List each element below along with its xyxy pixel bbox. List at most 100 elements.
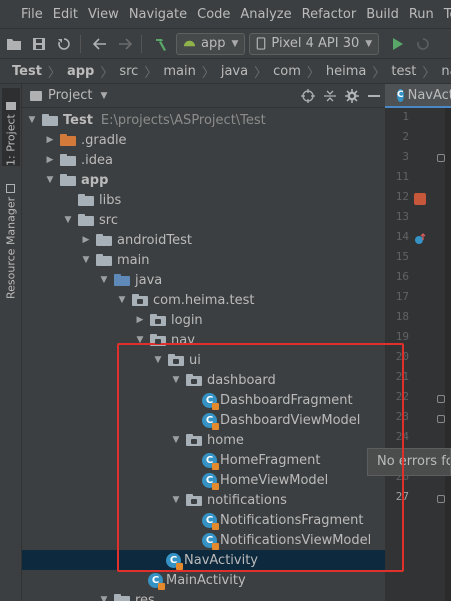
tree-row-homefragment[interactable]: C HomeFragment <box>22 450 385 470</box>
menu-item-run[interactable]: Run <box>404 7 439 22</box>
breadcrumb-item[interactable]: src <box>119 64 138 79</box>
open-folder-icon[interactable] <box>3 33 25 55</box>
override-gutter-icon[interactable] <box>414 233 426 245</box>
gear-icon[interactable] <box>341 89 363 103</box>
run-icon[interactable] <box>387 33 409 55</box>
project-tool-tab[interactable]: 1: Project <box>2 88 20 166</box>
tree-row-dashboard[interactable]: ▼ dashboard <box>22 370 385 390</box>
breadcrumb-item[interactable]: java <box>221 64 248 79</box>
tree-row-login[interactable]: ▶ login <box>22 310 385 330</box>
editor-tab-label: NavActivity <box>407 87 451 103</box>
folder-icon <box>78 194 94 206</box>
tree-row--idea[interactable]: ▶ .idea <box>22 150 385 170</box>
resource-tab-label: Resource Manager <box>4 196 18 299</box>
tree-row-src[interactable]: ▼ src <box>22 210 385 230</box>
expand-arrow-icon[interactable]: ▼ <box>98 595 110 601</box>
tree-row-test[interactable]: ▼ Test E:\projects\ASProject\Test <box>22 110 385 130</box>
expand-arrow-icon[interactable]: ▼ <box>134 335 146 345</box>
tree-row-home[interactable]: ▼ home <box>22 430 385 450</box>
expand-arrow-icon[interactable]: ▼ <box>98 275 110 285</box>
tree-item-label: notifications <box>207 492 287 508</box>
breadcrumb-item[interactable]: app <box>67 64 94 79</box>
menu-item-file[interactable]: File <box>16 7 48 22</box>
tree-row-java[interactable]: ▼ java <box>22 270 385 290</box>
back-arrow-icon[interactable] <box>89 33 111 55</box>
fold-marker-icon[interactable] <box>437 415 445 423</box>
expand-arrow-icon[interactable]: ▼ <box>80 255 92 265</box>
kotlin-class-icon: C <box>202 412 219 430</box>
tree-row--gradle[interactable]: ▶ .gradle <box>22 130 385 150</box>
save-all-icon[interactable] <box>28 33 50 55</box>
expand-arrow-icon[interactable]: ▼ <box>170 495 182 505</box>
tree-row-app[interactable]: ▼ app <box>22 170 385 190</box>
tree-row-notificationsviewmodel[interactable]: C NotificationsViewModel <box>22 530 385 550</box>
collapse-all-icon[interactable] <box>319 89 341 103</box>
hide-panel-icon[interactable] <box>363 94 385 98</box>
tree-item-label: .idea <box>81 152 113 168</box>
build-hammer-icon[interactable] <box>150 33 172 55</box>
tree-row-res[interactable]: ▼ res <box>22 590 385 601</box>
tree-item-label: dashboard <box>207 372 276 388</box>
menu-item-to[interactable]: To <box>439 7 451 22</box>
apply-changes-icon[interactable] <box>412 33 434 55</box>
tree-row-dashboardviewmodel[interactable]: C DashboardViewModel <box>22 410 385 430</box>
breadcrumb-item[interactable]: Test <box>12 64 42 79</box>
collapse-arrow-icon[interactable]: ▶ <box>44 155 56 165</box>
expand-arrow-icon[interactable]: ▼ <box>26 115 38 125</box>
tree-row-navactivity[interactable]: C NavActivity <box>22 550 385 570</box>
line-number: 2 <box>402 130 409 143</box>
menu-item-code[interactable]: Code <box>192 7 235 22</box>
expand-arrow-icon[interactable]: ▼ <box>152 355 164 365</box>
device-selector[interactable]: Pixel 4 API 30 ▼ <box>249 32 380 55</box>
tree-row-main[interactable]: ▼ main <box>22 250 385 270</box>
locate-target-icon[interactable] <box>297 89 319 103</box>
expand-arrow-icon[interactable]: ▼ <box>170 375 182 385</box>
menu-item-edit[interactable]: Edit <box>48 7 83 22</box>
tree-row-notifications[interactable]: ▼ notifications <box>22 490 385 510</box>
fold-marker-icon[interactable] <box>437 154 445 162</box>
breadcrumb-item[interactable]: com <box>273 64 301 79</box>
tree-row-mainactivity[interactable]: C MainActivity <box>22 570 385 590</box>
tree-row-com-heima-test[interactable]: ▼ com.heima.test <box>22 290 385 310</box>
tree-row-dashboardfragment[interactable]: C DashboardFragment <box>22 390 385 410</box>
tree-row-ui[interactable]: ▼ ui <box>22 350 385 370</box>
chevron-down-icon[interactable]: ▼ <box>100 91 107 101</box>
folder-icon <box>96 234 112 246</box>
fold-marker-icon[interactable] <box>437 495 445 503</box>
editor-tab-navactivity[interactable]: C NavActivity <box>385 84 451 108</box>
tree-item-label: main <box>117 252 150 268</box>
tree-item-label: NotificationsViewModel <box>220 532 372 548</box>
kotlin-gutter-icon[interactable] <box>414 193 426 205</box>
expand-arrow-icon[interactable]: ▼ <box>170 435 182 445</box>
folder-icon <box>78 214 94 226</box>
collapse-arrow-icon[interactable]: ▶ <box>44 135 56 145</box>
tree-row-notificationsfragment[interactable]: C NotificationsFragment <box>22 510 385 530</box>
resource-icon <box>6 183 16 193</box>
collapse-arrow-icon[interactable]: ▶ <box>134 315 146 325</box>
tree-row-nav[interactable]: ▼ nav <box>22 330 385 350</box>
breadcrumb-item[interactable]: nav <box>441 64 451 79</box>
menu-item-build[interactable]: Build <box>361 7 404 22</box>
expand-arrow-icon[interactable]: ▼ <box>116 295 128 305</box>
resource-manager-tab[interactable]: Resource Manager <box>2 179 20 299</box>
tree-row-homeviewmodel[interactable]: C HomeViewModel <box>22 470 385 490</box>
breadcrumb-item[interactable]: main <box>163 64 195 79</box>
kotlin-class-icon: C <box>148 572 165 590</box>
expand-arrow-icon[interactable]: ▼ <box>44 175 56 185</box>
menu-item-refactor[interactable]: Refactor <box>297 7 362 22</box>
sync-icon[interactable] <box>53 33 75 55</box>
expand-arrow-icon[interactable]: ▼ <box>62 215 74 225</box>
tree-row-androidtest[interactable]: ▶ androidTest <box>22 230 385 250</box>
menu-item-navigate[interactable]: Navigate <box>124 7 192 22</box>
collapse-arrow-icon[interactable]: ▶ <box>80 235 92 245</box>
menu-item-view[interactable]: View <box>83 7 124 22</box>
code-area[interactable] <box>445 108 451 601</box>
forward-arrow-icon[interactable] <box>114 33 136 55</box>
breadcrumb-item[interactable]: heima <box>326 64 366 79</box>
menu-item-analyze[interactable]: Analyze <box>235 7 296 22</box>
module-selector[interactable]: app ▼ <box>176 32 246 55</box>
breadcrumb-item[interactable]: test <box>391 64 416 79</box>
fold-marker-icon[interactable] <box>437 395 445 403</box>
panel-title[interactable]: Project <box>48 88 92 103</box>
tree-row-libs[interactable]: libs <box>22 190 385 210</box>
